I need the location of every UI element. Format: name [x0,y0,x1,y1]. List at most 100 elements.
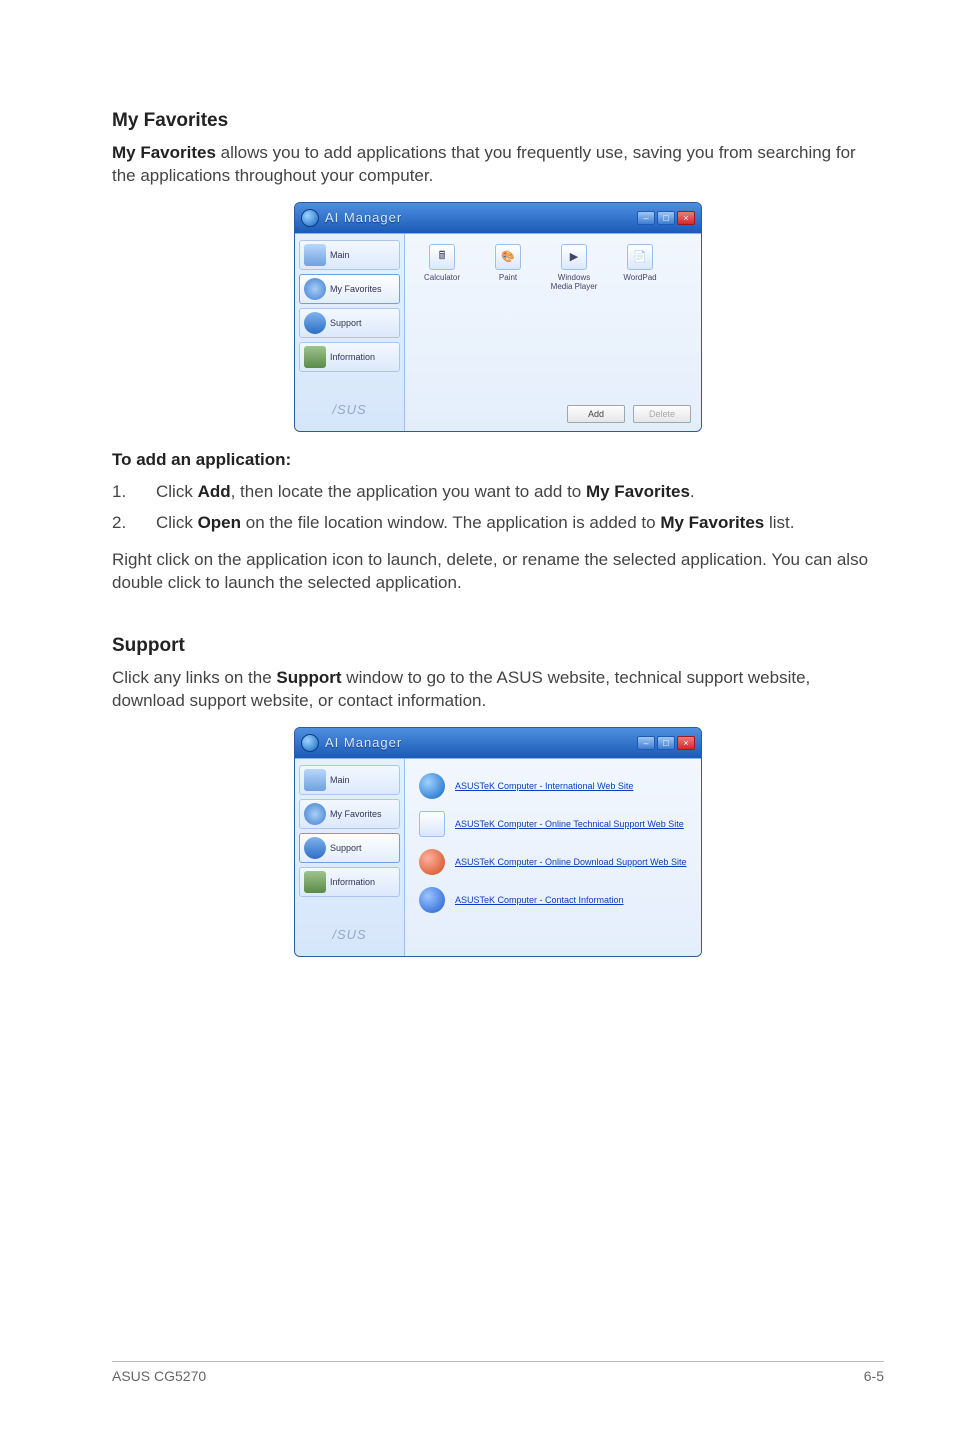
sidebar-item-main[interactable]: Main [299,765,400,795]
support-link-contact[interactable]: ASUSTeK Computer - Contact Information [455,895,624,905]
content-area: ASUSTeK Computer - International Web Sit… [405,759,701,956]
my-favorites-icon [304,278,326,300]
support-link-row: ASUSTeK Computer - International Web Sit… [419,773,687,799]
calculator-icon: 🖩 [429,244,455,270]
maximize-button[interactable]: □ [657,211,675,225]
sidebar-item-main[interactable]: Main [299,240,400,270]
media-player-icon: ▶ [561,244,587,270]
favorite-label: Calculator [415,273,469,282]
step-text: Click Add, then locate the application y… [156,480,695,505]
t: , then locate the application you want t… [231,482,586,501]
window-title: AI Manager [325,735,402,750]
step-text: Click Open on the file location window. … [156,511,795,536]
t: list. [764,513,794,532]
sidebar-label-main: Main [330,250,350,260]
b: Add [198,482,231,501]
footer-left: ASUS CG5270 [112,1368,206,1384]
support-intro: Click any links on the Support window to… [112,667,884,713]
favorite-calculator[interactable]: 🖩 Calculator [415,244,469,291]
support-link-list: ASUSTeK Computer - International Web Sit… [415,769,691,917]
app-logo-icon [301,209,319,227]
sidebar-label-information: Information [330,877,375,887]
page-content: My Favorites My Favorites allows you to … [0,0,954,957]
b: Open [198,513,241,532]
footer-divider [112,1361,884,1362]
intro-bold: My Favorites [112,143,216,162]
footer-right: 6-5 [864,1368,884,1384]
sidebar-label-information: Information [330,352,375,362]
contact-icon [419,887,445,913]
main-icon [304,769,326,791]
sidebar-item-support[interactable]: Support [299,308,400,338]
information-icon [304,871,326,893]
spacer [112,607,884,635]
minimize-button[interactable]: – [637,211,655,225]
my-favorites-heading: My Favorites [112,110,884,132]
t: Click [156,513,198,532]
window-body: Main My Favorites Support Information [295,758,701,956]
sidebar-label-my-favorites: My Favorites [330,284,382,294]
maximize-button[interactable]: □ [657,736,675,750]
my-favorites-intro: My Favorites allows you to add applicati… [112,142,884,188]
ai-manager-window-support: AI Manager – □ × Main My Favorites [294,727,702,957]
support-link-technical[interactable]: ASUSTeK Computer - Online Technical Supp… [455,819,684,829]
step-2: 2. Click Open on the file location windo… [112,511,884,536]
button-row: Add Delete [567,405,691,423]
t: on the file location window. The applica… [241,513,660,532]
titlebar: AI Manager – □ × [295,203,701,233]
download-icon [419,849,445,875]
add-application-subhead: To add an application: [112,450,884,470]
sidebar-item-information[interactable]: Information [299,342,400,372]
support-link-row: ASUSTeK Computer - Online Technical Supp… [419,811,687,837]
favorite-paint[interactable]: 🎨 Paint [481,244,535,291]
sidebar: Main My Favorites Support Information [295,234,405,431]
post-steps-text: Right click on the application icon to l… [112,549,884,595]
close-button[interactable]: × [677,736,695,750]
favorite-wordpad[interactable]: 📄 WordPad [613,244,667,291]
globe-icon [419,773,445,799]
main-icon [304,244,326,266]
delete-button[interactable]: Delete [633,405,691,423]
window-body: Main My Favorites Support Information [295,233,701,431]
support-link-international[interactable]: ASUSTeK Computer - International Web Sit… [455,781,633,791]
support-link-row: ASUSTeK Computer - Online Download Suppo… [419,849,687,875]
favorite-label: WordPad [613,273,667,282]
sidebar-item-my-favorites[interactable]: My Favorites [299,274,400,304]
sidebar-item-support[interactable]: Support [299,833,400,863]
sidebar-label-my-favorites: My Favorites [330,809,382,819]
favorites-row: 🖩 Calculator 🎨 Paint ▶ Windows Media Pla… [415,244,691,291]
sidebar-item-information[interactable]: Information [299,867,400,897]
asus-brand-text: /SUS [299,396,400,425]
window-title: AI Manager [325,210,402,225]
close-button[interactable]: × [677,211,695,225]
favorite-wmp[interactable]: ▶ Windows Media Player [547,244,601,291]
step-number: 1. [112,480,156,505]
b: My Favorites [586,482,690,501]
b: My Favorites [660,513,764,532]
page-footer: ASUS CG5270 6-5 [0,1361,954,1384]
sidebar-label-support: Support [330,318,362,328]
minimize-button[interactable]: – [637,736,655,750]
footer-row: ASUS CG5270 6-5 [112,1368,884,1384]
step-1: 1. Click Add, then locate the applicatio… [112,480,884,505]
content-area: 🖩 Calculator 🎨 Paint ▶ Windows Media Pla… [405,234,701,431]
b: Support [276,668,341,687]
support-link-download[interactable]: ASUSTeK Computer - Online Download Suppo… [455,857,686,867]
my-favorites-screenshot: AI Manager – □ × Main My Favorites [112,202,884,432]
t: Click [156,482,198,501]
favorite-label: Windows Media Player [547,273,601,291]
step-number: 2. [112,511,156,536]
t: Click any links on the [112,668,276,687]
asus-brand-text: /SUS [299,921,400,950]
sidebar-label-main: Main [330,775,350,785]
sidebar-item-my-favorites[interactable]: My Favorites [299,799,400,829]
ai-manager-window: AI Manager – □ × Main My Favorites [294,202,702,432]
add-button[interactable]: Add [567,405,625,423]
support-screenshot: AI Manager – □ × Main My Favorites [112,727,884,957]
t: . [690,482,695,501]
my-favorites-icon [304,803,326,825]
document-icon [419,811,445,837]
sidebar-label-support: Support [330,843,362,853]
window-controls: – □ × [637,736,695,750]
support-link-row: ASUSTeK Computer - Contact Information [419,887,687,913]
